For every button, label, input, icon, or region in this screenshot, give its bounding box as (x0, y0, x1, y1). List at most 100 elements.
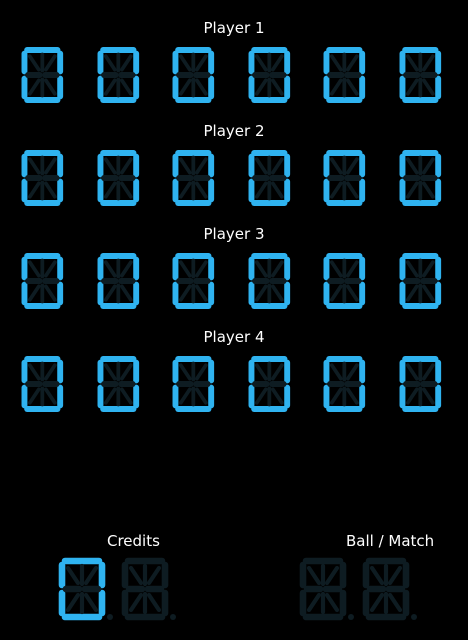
segment-m (44, 181, 57, 199)
segment-h (103, 363, 117, 381)
segment-m (346, 78, 359, 96)
segment-h (103, 54, 117, 72)
player-2-digit-1 (21, 150, 64, 206)
segment-k (306, 592, 322, 613)
segment-k (254, 181, 268, 199)
segment-m (421, 284, 435, 302)
segment-h (254, 260, 268, 278)
segment-h (254, 157, 268, 175)
segment-k (405, 387, 419, 405)
segment-m (270, 78, 284, 96)
player-1-digit-3 (172, 47, 215, 103)
segment-m (421, 78, 435, 96)
segment-m (421, 181, 435, 199)
segment-h (329, 260, 343, 278)
segment-m (324, 592, 340, 613)
segment-k (329, 284, 343, 302)
segment-k (329, 387, 343, 405)
segment-h (254, 363, 268, 381)
decimal-point (411, 614, 417, 620)
player-3-digit-2 (97, 253, 139, 309)
segment-k (405, 78, 419, 96)
segment-m (44, 78, 57, 96)
segment-j (119, 157, 133, 175)
segment-h (128, 565, 144, 586)
segment-k (103, 284, 117, 302)
player-1-digit-4 (248, 47, 290, 103)
segment-h (254, 54, 268, 72)
player-4-digit-4 (248, 356, 290, 412)
player-3-digit-5 (323, 253, 366, 309)
segment-h (103, 260, 117, 278)
player-1-digit-2 (97, 47, 139, 103)
decimal-point (170, 614, 176, 620)
segment-j (270, 260, 284, 278)
segment-h (178, 363, 192, 381)
segment-k (103, 181, 117, 199)
segment-k (369, 592, 385, 613)
ball-match-digit-1 (299, 557, 354, 621)
player-3-digit-3 (172, 253, 215, 309)
segment-k (254, 387, 268, 405)
player-1-digit-5 (323, 47, 366, 103)
segment-j (346, 54, 359, 72)
segment-j (119, 363, 133, 381)
segment-m (119, 78, 133, 96)
segment-j (44, 54, 57, 72)
segment-j (44, 363, 57, 381)
segment-j (421, 54, 435, 72)
segment-j (44, 157, 57, 175)
segment-j (346, 363, 359, 381)
player-1-digit-6 (399, 47, 441, 103)
segment-j (270, 157, 284, 175)
segment-m (146, 592, 162, 613)
segment-m (270, 387, 284, 405)
segment-m (421, 387, 435, 405)
segment-m (195, 78, 208, 96)
ball-match-digit-2 (362, 557, 417, 621)
segment-k (103, 387, 117, 405)
segment-m (119, 181, 133, 199)
segment-j (421, 260, 435, 278)
segment-h (103, 157, 117, 175)
segment-h (405, 54, 419, 72)
segment-k (405, 284, 419, 302)
segment-j (195, 363, 208, 381)
segment-k (103, 78, 117, 96)
player-2-digit-5 (323, 150, 366, 206)
segment-h (405, 260, 419, 278)
segment-j (195, 260, 208, 278)
player-2-digit-2 (97, 150, 139, 206)
segment-k (178, 387, 192, 405)
segment-j (346, 157, 359, 175)
segment-m (119, 284, 133, 302)
player-2-digit-4 (248, 150, 290, 206)
segment-h (27, 157, 41, 175)
segment-j (270, 54, 284, 72)
segment-h (178, 54, 192, 72)
segment-j (421, 157, 435, 175)
segment-j (83, 565, 99, 586)
segment-j (195, 54, 208, 72)
segment-k (128, 592, 144, 613)
credits-label: Credits (107, 532, 160, 550)
segment-j (270, 363, 284, 381)
segment-k (27, 78, 41, 96)
decimal-point (107, 614, 113, 620)
player-4-label: Player 4 (203, 328, 265, 346)
segment-m (44, 387, 57, 405)
segment-k (27, 387, 41, 405)
player-3-digit-4 (248, 253, 290, 309)
segment-j (346, 260, 359, 278)
segment-m (195, 181, 208, 199)
player-2-digit-6 (399, 150, 441, 206)
segment-k (254, 284, 268, 302)
segment-k (329, 78, 343, 96)
segment-j (324, 565, 340, 586)
player-4-digit-1 (21, 356, 64, 412)
segment-j (195, 157, 208, 175)
segment-k (405, 181, 419, 199)
player-3-digit-6 (399, 253, 441, 309)
segment-h (27, 363, 41, 381)
segment-h (329, 157, 343, 175)
